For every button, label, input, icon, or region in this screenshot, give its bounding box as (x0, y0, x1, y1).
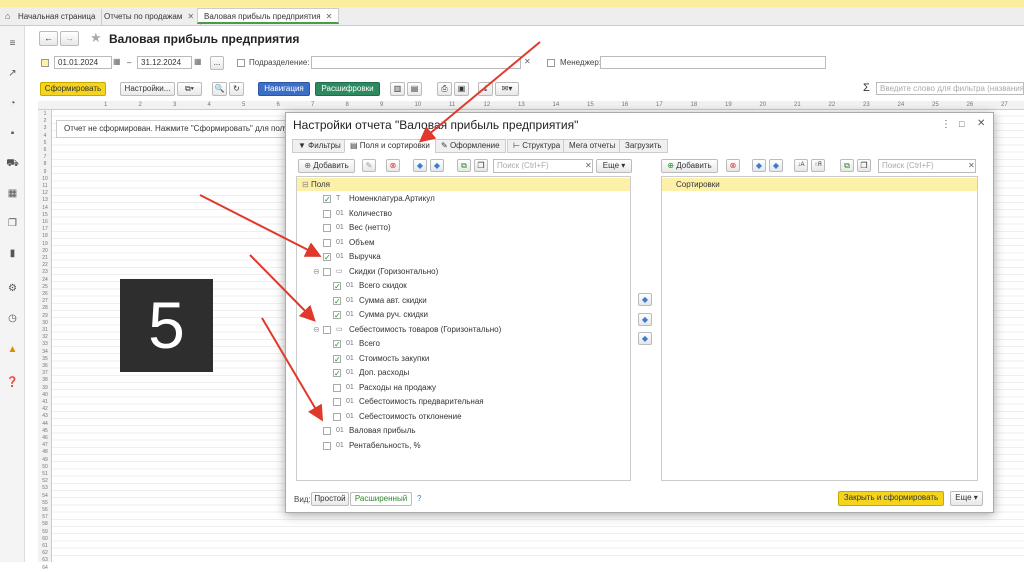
arrow-to-cost-deviation (261, 317, 324, 422)
annotation-arrows (199, 41, 541, 422)
arrow-to-revenue (199, 194, 322, 257)
arrow-to-fields-tab (418, 41, 541, 143)
arrow-to-manual-discount (249, 254, 316, 322)
ruler-row-label: 64 (42, 564, 48, 571)
